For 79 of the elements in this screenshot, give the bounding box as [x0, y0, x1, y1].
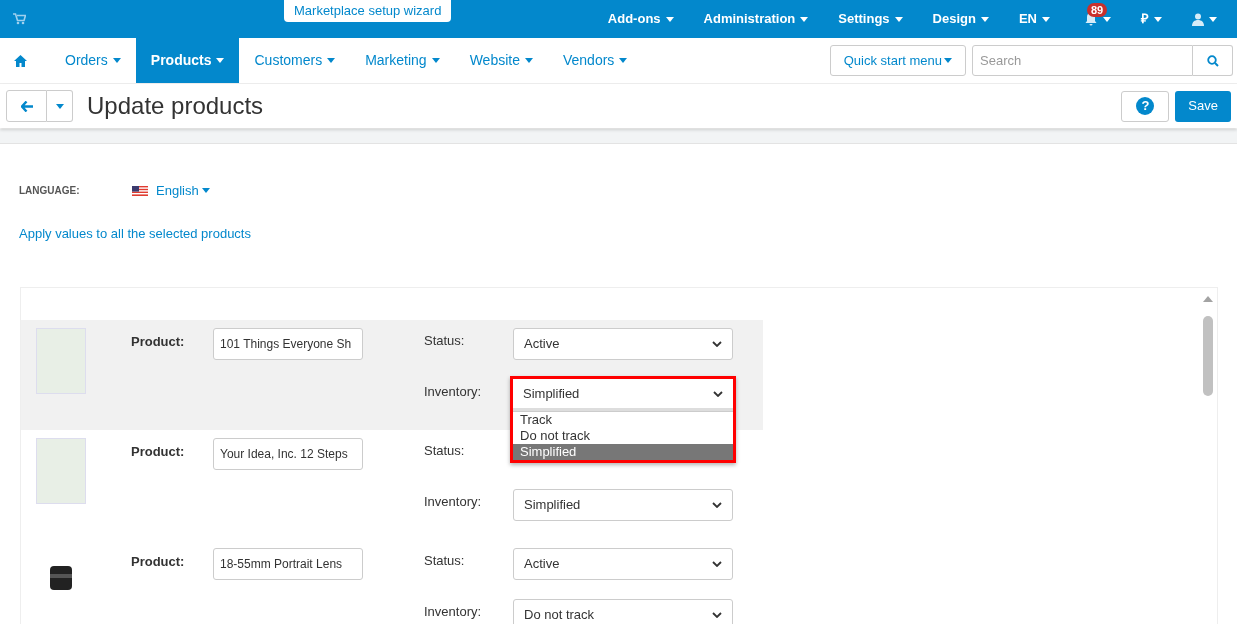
- flag-icon: [132, 185, 148, 196]
- caret-icon: [1154, 16, 1162, 22]
- language-label: LANGUAGE:: [19, 184, 81, 199]
- product-label: Product:: [131, 334, 185, 349]
- status-select[interactable]: Active: [513, 328, 733, 360]
- chevron-icon: [712, 502, 722, 508]
- product-name-field[interactable]: Your Idea, Inc. 12 Steps: [213, 438, 363, 470]
- inventory-label: Inventory:: [424, 603, 483, 621]
- caret-icon: [112, 58, 121, 63]
- product-label: Product:: [131, 444, 185, 459]
- nav-tab[interactable]: Website: [454, 38, 548, 83]
- notification-badge: 89: [1087, 3, 1108, 17]
- status-label: Status:: [424, 332, 466, 350]
- inventory-select[interactable]: Do not track: [513, 599, 733, 624]
- help-button[interactable]: ?: [1121, 90, 1170, 122]
- search-button[interactable]: [1193, 45, 1233, 76]
- caret-icon: [55, 103, 64, 109]
- chevron-icon: [713, 390, 723, 397]
- caret-icon: [201, 188, 210, 194]
- chevron-icon: [712, 341, 722, 347]
- caret-icon: [894, 16, 903, 22]
- caret-icon: [800, 16, 809, 22]
- book-cover-placeholder: [36, 438, 86, 504]
- caret-icon: [619, 58, 628, 63]
- caret-icon: [1103, 16, 1111, 22]
- camera-lens-drawing: [49, 564, 73, 592]
- status-label: Status:: [424, 552, 466, 570]
- caret-icon: [1042, 16, 1050, 22]
- save-button[interactable]: Save: [1175, 90, 1231, 122]
- top-menu[interactable]: Add-ons: [607, 9, 674, 29]
- inventory-dropdown[interactable]: Simplified Track Do not track Simplified: [510, 376, 736, 463]
- top-menu[interactable]: ₽: [1141, 9, 1162, 29]
- nav-tab[interactable]: Products: [135, 38, 240, 83]
- user-icon: [1192, 12, 1204, 26]
- page-title: Update products: [87, 91, 264, 121]
- status-select[interactable]: Active: [513, 548, 733, 580]
- top-menu[interactable]: Administration: [703, 9, 809, 29]
- nav-tab[interactable]: Customers: [239, 38, 351, 83]
- caret-icon: [944, 58, 952, 63]
- chevron-icon: [712, 561, 722, 567]
- user-menu[interactable]: [1192, 12, 1217, 26]
- scroll-up-arrow-icon[interactable]: [1203, 296, 1213, 302]
- apply-values-link[interactable]: Apply values to all the selected products: [19, 225, 251, 241]
- search-field[interactable]: Search: [972, 45, 1193, 76]
- back-button[interactable]: [6, 90, 47, 122]
- caret-icon: [216, 58, 225, 63]
- top-menu[interactable]: Design: [932, 9, 989, 29]
- search-icon: [1206, 54, 1219, 67]
- language-selector[interactable]: English: [132, 181, 210, 201]
- dropdown-option[interactable]: Track: [513, 412, 733, 428]
- top-menu[interactable]: EN: [1018, 9, 1050, 29]
- dropdown-button[interactable]: [47, 90, 73, 122]
- caret-icon: [327, 58, 336, 63]
- status-label: Status:: [424, 442, 466, 460]
- home-icon[interactable]: [14, 54, 27, 67]
- quick-start-button[interactable]: Quick start menu: [829, 45, 966, 76]
- caret-icon: [1209, 16, 1217, 22]
- chevron-icon: [712, 612, 722, 618]
- inventory-label: Inventory:: [424, 383, 483, 401]
- dropdown-option[interactable]: Do not track: [513, 428, 733, 444]
- caret-icon: [980, 16, 989, 22]
- product-name-field[interactable]: 101 Things Everyone Sh: [213, 328, 363, 360]
- product-label: Product:: [131, 554, 185, 569]
- top-menu[interactable]: Settings: [838, 9, 903, 29]
- cart-icon[interactable]: [13, 13, 26, 25]
- product-name-field[interactable]: 18-55mm Portrait Lens: [213, 548, 363, 580]
- inventory-select[interactable]: Simplified: [513, 379, 733, 411]
- inventory-select[interactable]: Simplified: [513, 489, 733, 521]
- caret-icon: [665, 16, 674, 22]
- back-arrow-icon: [20, 100, 33, 112]
- nav-tab[interactable]: Vendors: [547, 38, 643, 83]
- setup-wizard-button[interactable]: Marketplace setup wizard: [284, 0, 452, 22]
- scroll-thumb[interactable]: [1203, 316, 1213, 396]
- caret-icon: [524, 58, 533, 63]
- dropdown-option[interactable]: Simplified: [513, 444, 733, 460]
- caret-icon: [431, 58, 440, 63]
- nav-tab[interactable]: Marketing: [350, 38, 455, 83]
- inventory-label: Inventory:: [424, 493, 483, 511]
- nav-tab[interactable]: Orders: [50, 38, 136, 83]
